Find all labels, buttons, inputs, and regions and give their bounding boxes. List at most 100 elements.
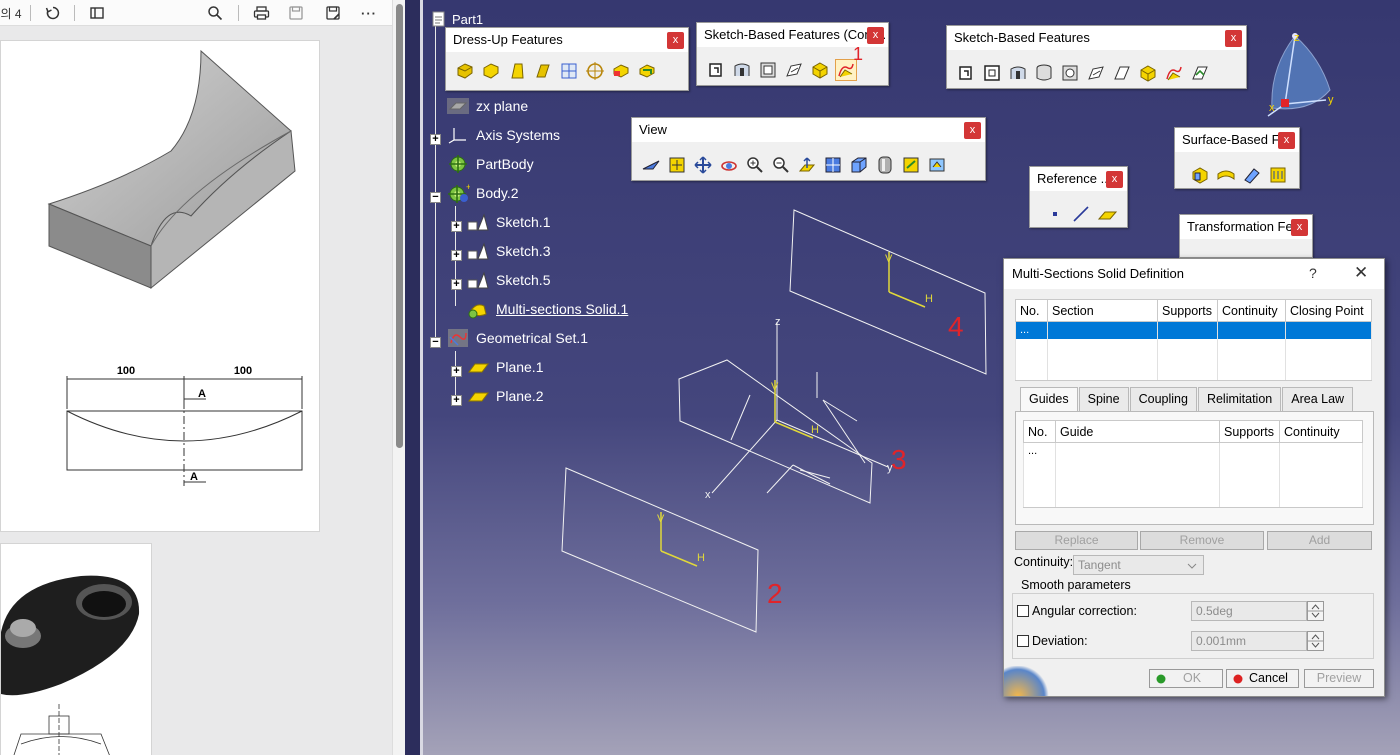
table-row[interactable] (1023, 475, 1363, 492)
table-row[interactable] (1015, 338, 1372, 353)
table-row[interactable] (1023, 491, 1363, 508)
zoom-in-icon[interactable] (744, 154, 766, 176)
draft-icon[interactable] (506, 60, 528, 82)
table-cell[interactable]: ... (1015, 321, 1048, 339)
table-cell[interactable] (1157, 338, 1218, 353)
expand-icon[interactable]: + (451, 366, 462, 377)
add-button[interactable]: Add (1267, 531, 1372, 550)
table-cell[interactable] (1055, 475, 1220, 492)
tree-item-sketch3[interactable]: Sketch.3 (466, 240, 550, 262)
column-header[interactable]: No. (1023, 420, 1056, 443)
table-cell[interactable] (1279, 459, 1363, 476)
fly-mode-icon[interactable] (640, 154, 662, 176)
chamfer-icon[interactable] (480, 60, 502, 82)
tree-item-multi-sections-solid[interactable]: Multi-sections Solid.1 (466, 298, 628, 320)
point-icon[interactable] (1044, 203, 1066, 225)
rotate-icon[interactable] (718, 154, 740, 176)
table-cell[interactable] (1279, 475, 1363, 492)
plane-2[interactable] (561, 467, 759, 633)
table-cell[interactable] (1015, 352, 1048, 367)
groove-icon[interactable] (1033, 62, 1055, 84)
tree-item-partbody[interactable]: PartBody (446, 153, 534, 175)
pan-icon[interactable] (692, 154, 714, 176)
split-icon[interactable] (1189, 164, 1211, 186)
multi-sections-solid-icon[interactable] (1163, 62, 1185, 84)
table-cell[interactable] (1055, 442, 1220, 460)
table-cell[interactable] (1285, 338, 1372, 353)
angular-correction-checkbox[interactable] (1017, 605, 1029, 617)
column-header[interactable]: Continuity (1279, 420, 1363, 443)
shading-icon[interactable] (874, 154, 896, 176)
table-row[interactable] (1023, 459, 1363, 476)
rib-icon[interactable] (1085, 62, 1107, 84)
table-row[interactable] (1015, 366, 1372, 381)
remove-button[interactable]: Remove (1140, 531, 1264, 550)
swap-visible-space-icon[interactable] (926, 154, 948, 176)
table-cell[interactable] (1047, 366, 1158, 381)
fit-all-icon[interactable] (666, 154, 688, 176)
table-row[interactable]: ... (1023, 442, 1363, 460)
tree-item-zx-plane[interactable]: zx plane (446, 95, 528, 117)
close-icon[interactable]: x (964, 122, 981, 139)
close-icon[interactable]: x (667, 32, 684, 49)
table-cell[interactable] (1023, 475, 1056, 492)
tab-coupling[interactable]: Coupling (1129, 387, 1197, 411)
replace-button[interactable]: Replace (1015, 531, 1138, 550)
solid-combine-icon[interactable] (809, 59, 831, 81)
tree-item-sketch1[interactable]: Sketch.1 (466, 211, 550, 233)
pocket-icon[interactable] (981, 62, 1003, 84)
table-cell[interactable] (1015, 338, 1048, 353)
save-as-icon[interactable] (322, 3, 344, 23)
table-cell[interactable] (1055, 459, 1220, 476)
continuity-select[interactable]: Tangent (1073, 555, 1204, 575)
table-cell[interactable] (1217, 321, 1286, 339)
hide-show-icon[interactable] (900, 154, 922, 176)
table-cell[interactable] (1219, 491, 1280, 508)
tree-item-axis-systems[interactable]: Axis Systems (446, 124, 560, 146)
deviation-input[interactable]: 0.001mm (1191, 631, 1307, 651)
deviation-spinner[interactable] (1307, 631, 1324, 651)
table-row-selected[interactable]: ... (1015, 321, 1372, 339)
expand-icon[interactable]: + (451, 250, 462, 261)
tree-item-sketch5[interactable]: Sketch.5 (466, 269, 550, 291)
table-cell[interactable] (1279, 491, 1363, 508)
close-icon[interactable]: x (1291, 219, 1308, 236)
close-icon[interactable]: x (867, 27, 884, 44)
shell-icon[interactable] (532, 60, 554, 82)
tab-area-law[interactable]: Area Law (1282, 387, 1354, 411)
table-cell[interactable] (1047, 338, 1158, 353)
table-cell[interactable] (1157, 352, 1218, 367)
deviation-checkbox[interactable] (1017, 635, 1029, 647)
collapse-icon[interactable]: − (430, 337, 441, 348)
ok-button[interactable]: OK (1149, 669, 1223, 688)
column-header[interactable]: Supports (1157, 299, 1218, 322)
table-cell[interactable] (1285, 352, 1372, 367)
isometric-view-icon[interactable] (848, 154, 870, 176)
table-cell[interactable] (1219, 475, 1280, 492)
table-cell[interactable] (1217, 338, 1286, 353)
column-header[interactable]: Closing Point (1285, 299, 1372, 322)
table-cell[interactable] (1285, 366, 1372, 381)
replace-face-icon[interactable] (636, 60, 658, 82)
removed-multi-sections-icon[interactable] (1189, 62, 1211, 84)
collapse-icon[interactable]: − (430, 192, 441, 203)
print-icon[interactable] (250, 3, 272, 23)
pocket-icon[interactable] (731, 59, 753, 81)
dialog-close-button[interactable]: ✕ (1354, 263, 1368, 283)
table-cell[interactable] (1285, 321, 1372, 339)
tab-spine[interactable]: Spine (1078, 387, 1129, 411)
cancel-button[interactable]: Cancel (1226, 669, 1299, 688)
tab-relimitation[interactable]: Relimitation (1197, 387, 1282, 411)
compass[interactable]: z x y (1250, 28, 1350, 128)
sections-table[interactable]: No. Section Supports Continuity Closing … (1015, 299, 1372, 381)
table-cell[interactable] (1219, 459, 1280, 476)
thread-icon[interactable] (584, 60, 606, 82)
expand-icon[interactable]: + (451, 395, 462, 406)
pdf-scrollbar[interactable] (392, 0, 405, 755)
shaft-icon[interactable] (757, 59, 779, 81)
close-icon[interactable]: x (1225, 30, 1242, 47)
expand-icon[interactable]: + (451, 279, 462, 290)
preview-button[interactable]: Preview (1304, 669, 1374, 688)
plane-4[interactable] (789, 209, 987, 375)
table-cell[interactable] (1047, 321, 1158, 339)
